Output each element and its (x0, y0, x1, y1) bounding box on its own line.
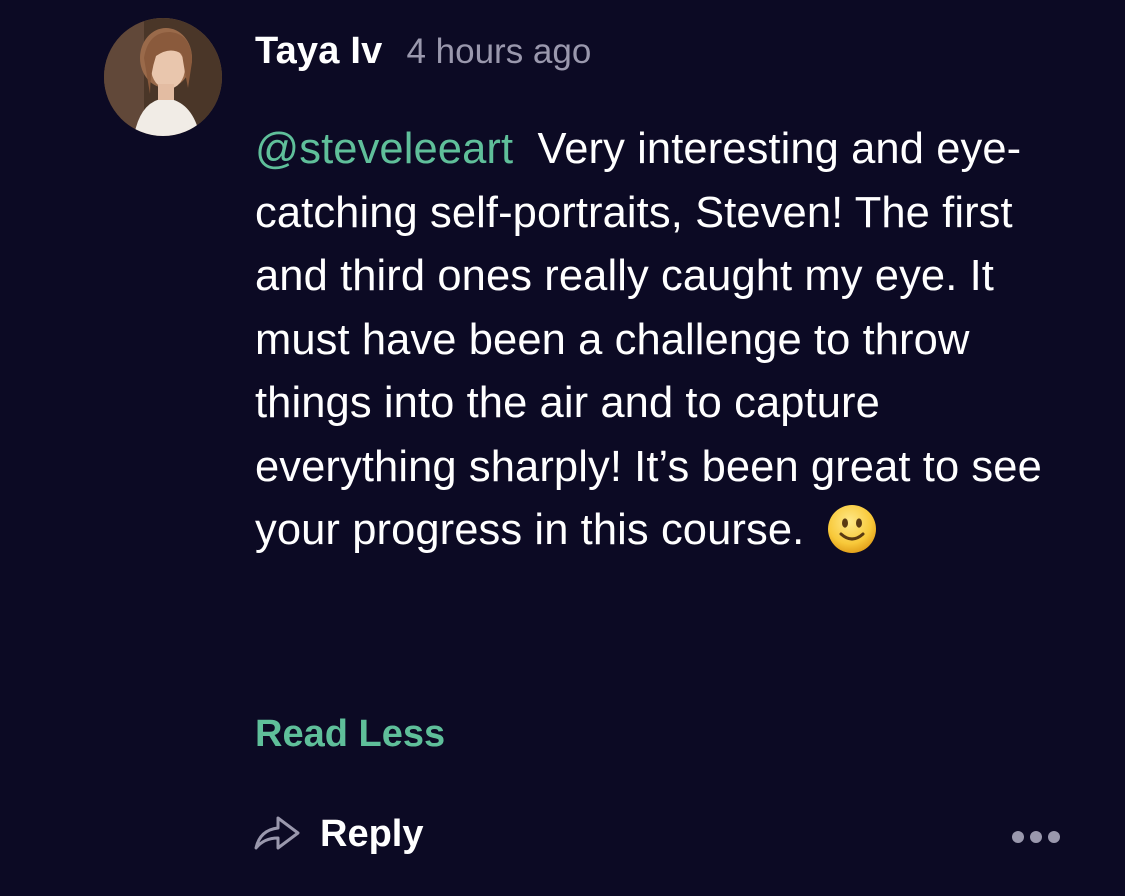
comment-header: Taya Iv 4 hours ago (255, 30, 591, 80)
author-name[interactable]: Taya Iv (255, 30, 382, 73)
slightly-smiling-face-icon (827, 504, 877, 573)
read-less-button[interactable]: Read Less (255, 713, 445, 756)
reply-arrow-icon (252, 812, 302, 857)
timestamp: 4 hours ago (406, 32, 592, 71)
more-options-button[interactable] (1010, 826, 1062, 853)
more-options-icon (1010, 831, 1062, 852)
comment-text: Very interesting and eye-catching self-p… (255, 125, 1042, 554)
reply-label: Reply (320, 813, 424, 855)
avatar[interactable] (104, 18, 222, 136)
reply-button[interactable]: Reply (252, 812, 423, 857)
comment-body: @steveleeart Very interesting and eye-ca… (255, 118, 1085, 573)
user-mention[interactable]: @steveleeart (255, 125, 513, 173)
